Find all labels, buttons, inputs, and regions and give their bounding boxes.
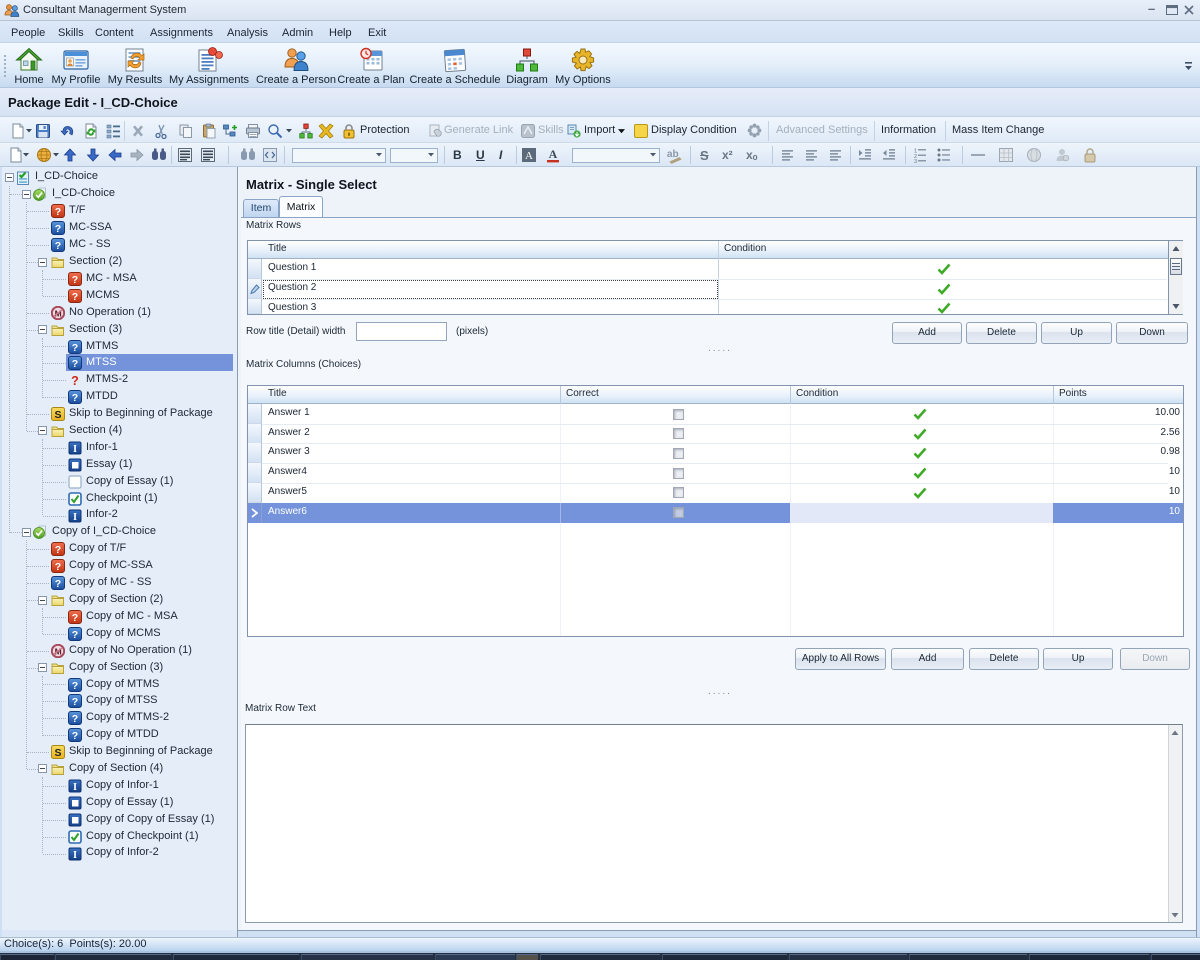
svg-text:?: ? <box>55 561 61 573</box>
svg-text:?: ? <box>72 392 78 404</box>
svg-text:I: I <box>73 850 77 861</box>
svg-text:?: ? <box>72 291 78 303</box>
svg-text:?: ? <box>72 358 78 370</box>
svg-text:?: ? <box>72 274 78 286</box>
svg-text:3: 3 <box>914 159 917 163</box>
svg-text:?: ? <box>55 544 61 556</box>
svg-text:?: ? <box>72 629 78 641</box>
svg-text:?: ? <box>72 730 78 742</box>
svg-text:?: ? <box>72 342 78 354</box>
svg-text:A: A <box>549 147 558 161</box>
svg-text:?: ? <box>72 713 78 725</box>
svg-text:?: ? <box>72 696 78 708</box>
svg-text:S: S <box>54 409 61 421</box>
svg-text:I: I <box>73 782 77 793</box>
svg-text:S: S <box>54 747 61 759</box>
svg-text:?: ? <box>55 240 61 252</box>
svg-text:I: I <box>73 444 77 455</box>
svg-text:?: ? <box>71 374 79 387</box>
svg-text:I: I <box>73 512 77 523</box>
svg-text:?: ? <box>55 223 61 235</box>
svg-text:?: ? <box>72 612 78 624</box>
svg-text:A: A <box>525 150 533 162</box>
svg-text:?: ? <box>55 578 61 590</box>
svg-text:?: ? <box>72 680 78 692</box>
svg-text:?: ? <box>55 206 61 218</box>
